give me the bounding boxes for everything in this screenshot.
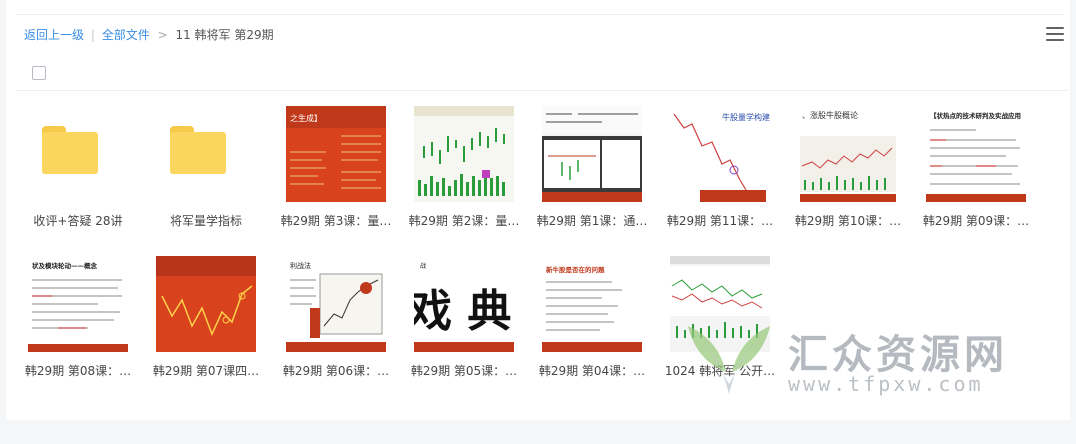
file-name: 韩29期 第08课：… (24, 364, 132, 378)
file-name: 韩29期 第04课：… (538, 364, 646, 378)
image-thumbnail: 之生成】 (286, 106, 386, 202)
image-thumbnail: 【状热点的技术研判及实战应用 (926, 106, 1026, 202)
thumb-caption: 新牛股是否在的问题 (546, 265, 605, 274)
file-item-image[interactable]: 状及模块轮动——概念 韩29期 第08课：… (14, 256, 132, 386)
file-name: 将军量学指标 (169, 214, 242, 228)
file-item-image[interactable]: 韩29期 第07课四… (142, 256, 260, 386)
folder-icon (42, 126, 98, 174)
all-files-link[interactable]: 全部文件 (102, 28, 150, 42)
file-item-image[interactable]: 之生成】 韩29期 第3课：量… (272, 106, 391, 236)
file-name: 韩29期 第11课：… (666, 214, 774, 228)
file-item-image[interactable]: 韩29期 第1课：通… (528, 106, 647, 236)
file-item-image[interactable]: 、涨股牛股概论 韩29期 第10课：… (784, 106, 902, 236)
file-name: 韩29期 第10课：… (794, 214, 902, 228)
image-thumbnail (542, 106, 642, 202)
select-all-checkbox[interactable] (32, 66, 46, 80)
header-divider (16, 90, 1068, 91)
thumb-caption: 、涨股牛股概论 (802, 110, 858, 120)
image-thumbnail: 新牛股是否在的问题 (542, 256, 642, 352)
top-divider (16, 14, 1064, 15)
image-thumbnail: 战 戏 典 (414, 256, 514, 352)
file-item-image[interactable]: 战 戏 典 韩29期 第05课：… (400, 256, 518, 386)
folder-icon (170, 126, 226, 174)
file-item-image[interactable]: 新牛股是否在的问题 韩29期 第04课：… (528, 256, 646, 386)
image-thumbnail (156, 256, 256, 352)
image-thumbnail: 利战法 (286, 256, 386, 352)
file-item-image[interactable]: 【状热点的技术研判及实战应用 韩29期 第09课：… (912, 106, 1030, 236)
thumb-caption: 【状热点的技术研判及实战应用 (930, 111, 1021, 120)
file-item-folder-indicators[interactable]: 将军量学指标 (142, 106, 260, 236)
file-name: 收评+答疑 28讲 (33, 214, 123, 228)
file-item-image[interactable]: 利战法 韩29期 第06课：… (272, 256, 390, 386)
thumb-caption: 状及模块轮动——概念 (32, 261, 98, 270)
breadcrumb: 返回上一级 | 全部文件 > 11 韩将军 第29期 (24, 26, 274, 43)
file-item-image[interactable]: 牛股量学构建 韩29期 第11课：… (656, 106, 774, 236)
image-thumbnail: 牛股量学构建 (670, 106, 770, 202)
thumb-caption: 利战法 (290, 261, 311, 270)
image-thumbnail: 状及模块轮动——概念 (28, 256, 128, 352)
thumb-caption: 戏 典 (414, 286, 511, 337)
file-item-folder-qa[interactable]: 收评+答疑 28讲 (14, 106, 132, 236)
file-name: 韩29期 第1课：通… (536, 214, 648, 228)
image-thumbnail: 、涨股牛股概论 (798, 106, 898, 202)
list-view-menu-icon[interactable] (1046, 27, 1064, 41)
file-name: 韩29期 第07课四… (152, 364, 260, 378)
image-thumbnail (414, 106, 514, 202)
breadcrumb-arrow-icon: > (157, 28, 168, 42)
file-name: 韩29期 第09课：… (922, 214, 1030, 228)
svg-text:战: 战 (420, 262, 426, 270)
watermark-logo-icon (688, 326, 770, 394)
file-name: 韩29期 第05课：… (410, 364, 518, 378)
thumb-caption: 之生成】 (290, 113, 322, 123)
current-folder-label: 11 韩将军 第29期 (175, 28, 274, 42)
file-name: 韩29期 第06课：… (282, 364, 390, 378)
thumb-caption: 牛股量学构建 (722, 112, 770, 122)
file-item-image[interactable]: 韩29期 第2课：量… (400, 106, 519, 236)
watermark-url: www.tfpxw.com (788, 372, 984, 396)
back-link[interactable]: 返回上一级 (24, 28, 84, 42)
breadcrumb-separator: | (90, 28, 95, 42)
file-name: 韩29期 第2课：量… (408, 214, 520, 228)
file-name: 韩29期 第3课：量… (280, 214, 392, 228)
watermark: 汇众资源网 www.tfpxw.com (676, 320, 1056, 400)
